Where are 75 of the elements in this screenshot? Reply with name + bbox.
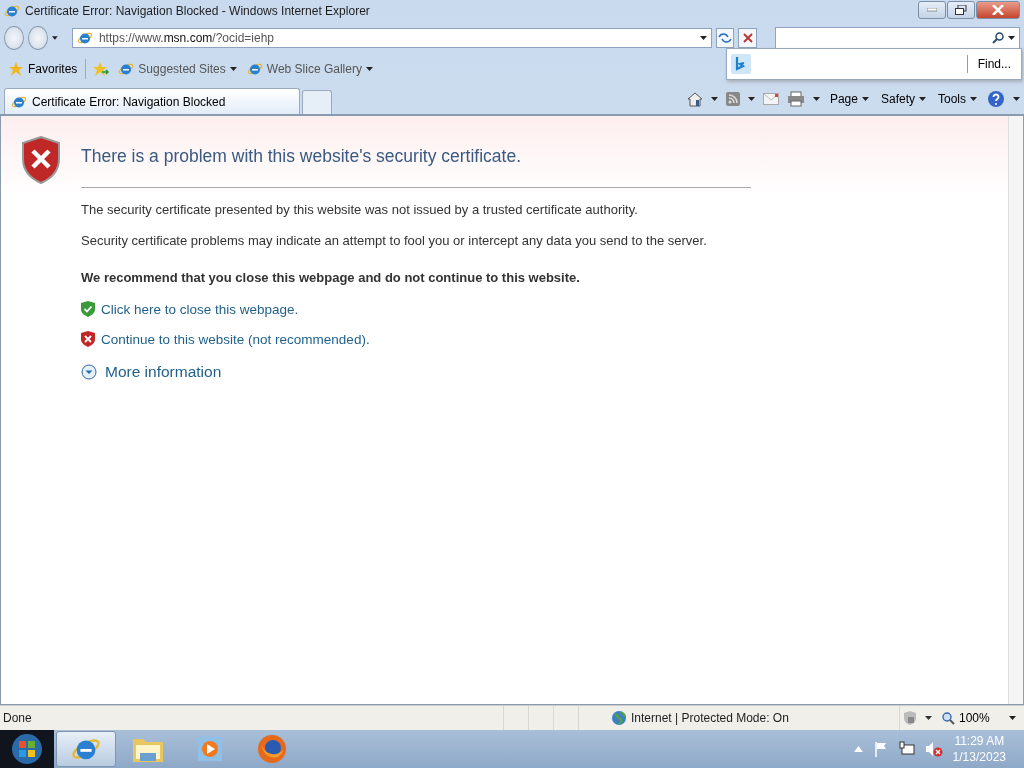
media-player-icon (196, 735, 224, 763)
caret-icon (1009, 716, 1016, 720)
status-text: Done (2, 711, 33, 725)
muted-speaker-icon[interactable] (924, 741, 943, 757)
caret-icon (365, 67, 373, 71)
address-field[interactable]: https://www.msn.com/?ocid=iehp (71, 28, 712, 48)
flag-icon[interactable] (872, 741, 889, 757)
caret-icon (812, 97, 820, 101)
shield-x-icon (81, 331, 95, 347)
stop-icon (742, 33, 753, 43)
globe-icon (611, 710, 627, 726)
refresh-button[interactable] (715, 28, 735, 48)
caret-icon (699, 36, 707, 40)
expand-icon (81, 364, 97, 380)
caret-icon (747, 97, 755, 101)
windows-logo (11, 733, 43, 765)
command-menu[interactable]: Safety (878, 90, 928, 108)
taskbar-app[interactable] (56, 731, 116, 767)
caret-icon (229, 67, 237, 71)
search-icon (992, 32, 1004, 44)
print-icon[interactable] (786, 91, 805, 107)
close-page-link[interactable]: Click here to close this webpage. (101, 301, 299, 317)
zoom-button[interactable]: 100% (934, 711, 1024, 725)
forward-button[interactable] (28, 26, 49, 50)
scrollbar[interactable] (1008, 116, 1023, 704)
feed-icon[interactable] (725, 92, 740, 106)
ie-icon (76, 30, 93, 46)
refresh-icon (718, 32, 733, 44)
more-information-toggle[interactable]: More information (81, 363, 751, 381)
zoom-icon (942, 711, 955, 725)
caret-icon (710, 97, 718, 101)
error-description: The security certificate presented by this website was not issued by a trusted certificate authority. (81, 201, 639, 219)
command-menu[interactable]: Tools (936, 90, 979, 108)
restore-button[interactable] (947, 1, 975, 19)
minimize-icon (927, 8, 937, 12)
recommendation-text: We recommend that you close this webpage and do not continue to this website. (81, 269, 581, 287)
caret-icon (1008, 36, 1015, 40)
show-hidden-icons[interactable] (853, 746, 863, 752)
find-button[interactable]: Find... (966, 55, 1017, 73)
network-icon[interactable] (898, 741, 915, 757)
ie-icon (246, 61, 263, 77)
mail-icon[interactable] (762, 93, 779, 105)
caret-icon (52, 36, 58, 40)
help-icon[interactable] (987, 90, 1005, 108)
search-field[interactable] (774, 27, 1020, 49)
window-title: Certificate Error: Navigation Blocked - Windows Internet Explorer (25, 4, 371, 18)
home-icon[interactable] (686, 91, 703, 107)
restore-icon (955, 5, 967, 15)
favorites-bar-item[interactable]: Web Slice Gallery (244, 59, 375, 79)
favorites-bar-item[interactable]: Suggested Sites (116, 59, 239, 79)
close-button[interactable] (976, 1, 1020, 19)
error-description: Security certificate problems may indicate an attempt to fool you or intercept any data you send to the server. (81, 232, 708, 250)
error-shield-icon (21, 136, 61, 184)
caret-icon (919, 97, 926, 101)
favorites-button[interactable]: Favorites (6, 59, 80, 79)
bing-icon (731, 54, 751, 74)
shield-check-icon (81, 301, 95, 317)
continue-link[interactable]: Continue to this website (not recommended). (101, 331, 370, 347)
error-heading: There is a problem with this website's security certificate. (81, 146, 751, 188)
star-icon (8, 61, 24, 77)
firefox-icon (257, 734, 287, 764)
caret-icon (970, 97, 977, 101)
start-button[interactable] (0, 730, 54, 768)
ie-icon (4, 3, 20, 19)
command-menu[interactable]: Page (827, 90, 871, 108)
back-button[interactable] (4, 26, 25, 50)
ie-icon (118, 61, 135, 77)
security-zone[interactable]: Internet | Protected Mode: On (631, 711, 789, 725)
add-favorite-icon[interactable] (92, 61, 111, 77)
browser-tab[interactable]: Certificate Error: Navigation Blocked (4, 88, 300, 114)
new-tab-button[interactable] (302, 90, 332, 114)
close-icon (992, 5, 1004, 15)
caret-icon (861, 97, 869, 101)
stop-button[interactable] (738, 28, 757, 48)
caret-icon (1013, 97, 1020, 101)
